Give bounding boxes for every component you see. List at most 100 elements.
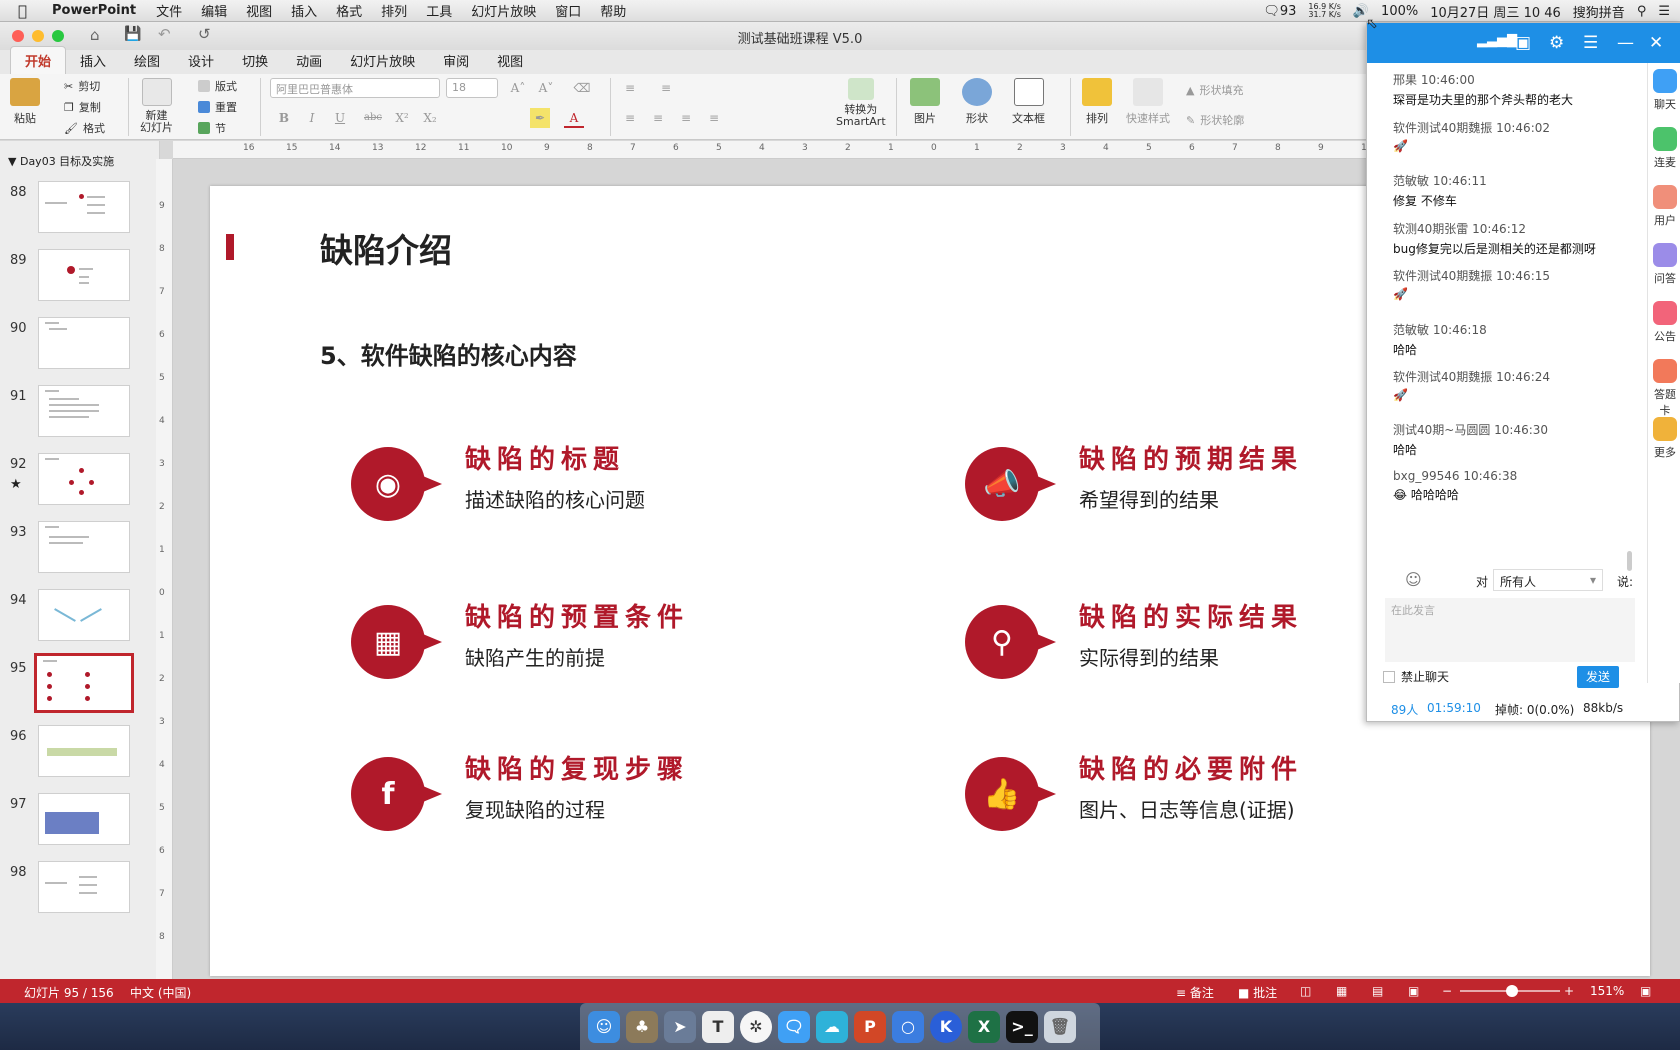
photo-app-icon[interactable]: ♣ [626,1010,658,1043]
new-slide-button[interactable]: 新建 幻灯片 [140,78,173,134]
launchpad-icon[interactable]: ➤ [664,1010,696,1043]
minimize-icon[interactable]: — [1617,33,1634,53]
side-mic[interactable]: 连麦 [1650,127,1680,170]
section-button[interactable]: 节 [198,120,226,136]
defect-item[interactable]: 👍 缺陷的必要附件 图片、日志等信息(证据) [964,754,1524,864]
convert-smartart-button[interactable]: 转换为 SmartArt [836,78,886,128]
battery-status[interactable]: 100% [1381,4,1418,19]
menu-edit[interactable]: 编辑 [201,1,227,20]
align-left-icon[interactable]: ≡ [620,108,640,128]
recipient-select[interactable]: 所有人 ▾ [1493,569,1603,591]
item-desc[interactable]: 图片、日志等信息(证据) [1079,794,1295,823]
shape-outline-button[interactable]: ✎ 形状轮廓 [1186,112,1244,128]
menu-icon[interactable]: ☰ [1583,33,1598,53]
shrink-font-icon[interactable]: A˅ [536,78,556,98]
bullets-icon[interactable]: ≡ [620,78,640,98]
slide-thumb-98[interactable]: 98 [0,861,150,927]
k-app-icon[interactable]: K [930,1010,962,1043]
justify-icon[interactable]: ≡ [704,108,724,128]
trash-icon[interactable]: 🗑 [1044,1010,1076,1043]
chat-input[interactable]: 在此发言 [1385,598,1635,662]
send-button[interactable]: 发送 [1577,666,1619,688]
powerpoint-icon[interactable]: P [854,1010,886,1043]
copy-button[interactable]: ❐ 复制 [64,99,101,115]
item-desc[interactable]: 复现缺陷的过程 [465,794,605,823]
side-quiz[interactable]: 答题卡 [1650,359,1680,418]
slide-thumb-91[interactable]: 91 [0,385,150,451]
tab-transitions[interactable]: 切换 [228,47,282,74]
menu-arrange[interactable]: 排列 [381,1,407,20]
defect-item[interactable]: f 缺陷的复现步骤 复现缺陷的过程 [350,754,910,864]
clear-format-icon[interactable]: ⌫ [572,78,592,98]
defect-item[interactable]: ▦ 缺陷的预置条件 缺陷产生的前提 [350,602,910,712]
finder-icon[interactable]: ☺ [588,1010,620,1043]
item-desc[interactable]: 缺陷产生的前提 [465,642,605,671]
menu-tools[interactable]: 工具 [426,1,452,20]
bold-icon[interactable]: B [274,108,294,128]
slide-thumb-92[interactable]: 92 ★ [0,453,150,519]
fit-window-icon[interactable]: ▣ [1640,984,1651,998]
italic-icon[interactable]: I [302,108,322,128]
tab-view[interactable]: 视图 [483,47,537,74]
terminal-icon[interactable]: >_ [1006,1010,1038,1043]
tab-slideshow[interactable]: 幻灯片放映 [336,47,429,74]
format-painter-button[interactable]: 🖌 格式 [64,120,105,136]
picture-button[interactable]: 图片 [910,78,940,126]
slide-thumb-97[interactable]: 97 [0,793,150,859]
zoom-out-icon[interactable]: − [1442,984,1452,998]
quick-style-button[interactable]: 快速样式 [1126,78,1170,126]
menu-slideshow[interactable]: 幻灯片放映 [471,1,536,20]
tab-insert[interactable]: 插入 [66,47,120,74]
item-desc[interactable]: 描述缺陷的核心问题 [465,484,645,513]
menu-help[interactable]: 帮助 [600,1,626,20]
item-title[interactable]: 缺陷的预期结果 [1079,439,1303,476]
superscript-icon[interactable]: X² [392,108,412,128]
side-qa[interactable]: 问答 [1650,243,1680,286]
paste-button[interactable]: 粘贴 [10,78,40,126]
subscript-icon[interactable]: X₂ [420,108,440,128]
slide-sorter-icon[interactable]: ▦ [1336,984,1347,998]
network-app-icon[interactable]: ○ [892,1010,924,1043]
strikethrough-icon[interactable]: abc [360,108,386,128]
layout-button[interactable]: 版式 [198,78,237,94]
zoom-level[interactable]: 151% [1590,984,1624,998]
underline-icon[interactable]: U [330,108,350,128]
side-more[interactable]: 更多 [1650,417,1680,460]
language-indicator[interactable]: 中文 (中国) [130,984,191,1001]
messages-icon[interactable]: 🗨 [778,1010,810,1043]
reset-button[interactable]: 重置 [198,99,237,115]
slide-thumb-88[interactable]: 88 [0,181,150,247]
menu-view[interactable]: 视图 [246,1,272,20]
item-title[interactable]: 缺陷的必要附件 [1079,749,1303,786]
shape-button[interactable]: 形状 [962,78,992,126]
side-users[interactable]: 用户 [1650,185,1680,228]
font-name-select[interactable]: 阿里巴巴普惠体 [270,78,440,98]
slide-thumb-90[interactable]: 90 [0,317,150,383]
item-desc[interactable]: 实际得到的结果 [1079,642,1219,671]
slide-subtitle[interactable]: 5、软件缺陷的核心内容 [320,336,577,371]
zoom-slider-handle[interactable] [1506,985,1518,997]
reading-view-icon[interactable]: ▤ [1372,984,1383,998]
presenter-view-icon[interactable]: ▣ [1408,984,1419,998]
cloud-app-icon[interactable]: ☁ [816,1010,848,1043]
safari-icon[interactable]: ✲ [740,1010,772,1043]
apple-icon[interactable]:  [18,2,36,20]
typora-icon[interactable]: T [702,1010,734,1043]
emoji-icon[interactable]: ☺ [1405,570,1422,589]
app-menu[interactable]: PowerPoint [52,3,136,18]
normal-view-icon[interactable]: ◫ [1300,984,1311,998]
side-notice[interactable]: 公告 [1650,301,1680,344]
menu-format[interactable]: 格式 [336,1,362,20]
zoom-in-icon[interactable]: + [1564,984,1574,998]
item-title[interactable]: 缺陷的预置条件 [465,597,689,634]
slide-thumb-96[interactable]: 96 [0,725,150,791]
align-center-icon[interactable]: ≡ [648,108,668,128]
tab-draw[interactable]: 绘图 [120,47,174,74]
slide-thumb-94[interactable]: 94 [0,589,150,655]
item-title[interactable]: 缺陷的复现步骤 [465,749,689,786]
control-center-icon[interactable]: ☰ [1658,4,1670,19]
font-color-icon[interactable]: A [564,108,584,128]
defect-item[interactable]: ◉ 缺陷的标题 描述缺陷的核心问题 [350,444,910,554]
layout-icon[interactable]: ▣ [1515,33,1531,53]
excel-icon[interactable]: X [968,1010,1000,1043]
